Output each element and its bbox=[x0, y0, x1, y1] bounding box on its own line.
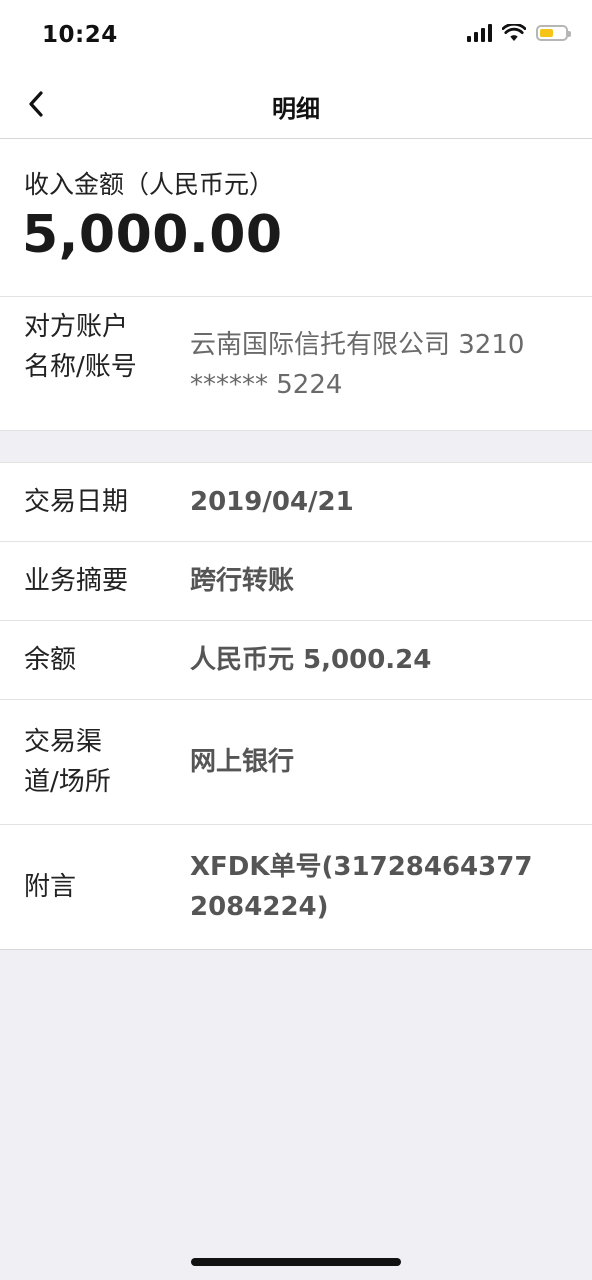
detail-value: 跨行转账 bbox=[190, 566, 295, 596]
battery-icon bbox=[536, 25, 571, 41]
status-time: 10:24 bbox=[42, 22, 118, 48]
amount-section: 收入金额（人民币元） 5,000.00 bbox=[0, 139, 592, 297]
detail-label: 业务摘要 bbox=[24, 566, 129, 596]
detail-label: 附言 bbox=[24, 872, 77, 902]
detail-label: 交易渠道/场所 bbox=[24, 727, 111, 797]
counterparty-value: 云南国际信托有限公司 3210 ****** 5224 bbox=[190, 330, 525, 400]
detail-row-remark: 附言 XFDK单号(317284643772084224) bbox=[0, 825, 592, 949]
detail-value: XFDK单号(317284643772084224) bbox=[190, 852, 533, 922]
status-icons bbox=[467, 24, 571, 42]
battery-level bbox=[540, 29, 553, 37]
detail-row-balance: 余额 人民币元 5,000.24 bbox=[0, 621, 592, 700]
counterparty-section: 对方账户名称/账号 云南国际信托有限公司 3210 ****** 5224 bbox=[0, 297, 592, 431]
detail-row-date: 交易日期 2019/04/21 bbox=[0, 463, 592, 542]
amount-label: 收入金额（人民币元） bbox=[24, 170, 275, 199]
home-indicator[interactable] bbox=[191, 1258, 401, 1266]
status-bar: 10:24 bbox=[0, 0, 592, 70]
counterparty-label: 对方账户名称/账号 bbox=[24, 312, 137, 382]
detail-value: 2019/04/21 bbox=[190, 487, 354, 517]
detail-section: 交易日期 2019/04/21 业务摘要 跨行转账 余额 人民币元 5,000.… bbox=[0, 462, 592, 950]
page-title: 明细 bbox=[272, 95, 320, 123]
detail-label: 交易日期 bbox=[24, 487, 129, 517]
signal-icon bbox=[467, 24, 492, 42]
detail-value: 网上银行 bbox=[190, 747, 295, 777]
detail-value: 人民币元 5,000.24 bbox=[190, 645, 432, 675]
detail-row-channel: 交易渠道/场所 网上银行 bbox=[0, 700, 592, 825]
wifi-icon bbox=[502, 24, 526, 41]
detail-label: 余额 bbox=[24, 645, 77, 675]
detail-row-summary: 业务摘要 跨行转账 bbox=[0, 542, 592, 621]
amount-value: 5,000.00 bbox=[22, 205, 283, 265]
nav-bar: 明细 bbox=[0, 70, 592, 139]
